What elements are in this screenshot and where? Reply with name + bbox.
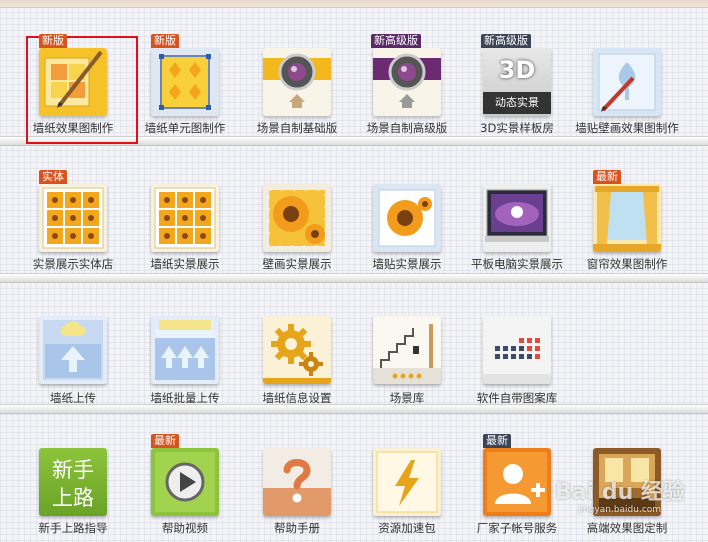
- pattern-library-icon[interactable]: [483, 316, 551, 384]
- beginner-text-bottom: 上路: [52, 486, 94, 510]
- app-label: 实景展示实体店: [32, 257, 114, 271]
- app-label: 墙纸信息设置: [262, 391, 332, 405]
- app-wallpaper-unit[interactable]: 新版 墙纸单元图制作: [127, 32, 243, 142]
- wallpaper-display-icon[interactable]: [151, 184, 219, 252]
- beginner-guide-icon[interactable]: 新手 上路: [39, 448, 107, 516]
- app-mural-display[interactable]: 壁画实景展示: [239, 168, 355, 278]
- app-label: 墙贴壁画效果图制作: [575, 121, 679, 135]
- app-wallpaper-display[interactable]: 墙纸实景展示: [127, 168, 243, 278]
- app-sticker-display[interactable]: 墙贴实景展示: [349, 168, 465, 278]
- app-resource-pack[interactable]: 资源加速包: [349, 432, 465, 542]
- curtain-icon[interactable]: [593, 184, 661, 252]
- mural-display-icon[interactable]: [263, 184, 331, 252]
- scene-library-icon[interactable]: [373, 316, 441, 384]
- store-badge: 实体: [39, 170, 67, 184]
- wall-sticker-effect-icon[interactable]: [593, 48, 661, 116]
- settings-gear-icon[interactable]: [263, 316, 331, 384]
- latest-badge: 最新: [483, 434, 511, 448]
- app-label: 高端效果图定制: [586, 521, 668, 535]
- app-store-display[interactable]: 实体 实景展示实体店: [15, 168, 131, 278]
- app-beginner-guide[interactable]: 新手 上路 新手上路指导: [15, 432, 131, 542]
- app-help-video[interactable]: 最新 帮助视频: [127, 432, 243, 542]
- question-manual-icon[interactable]: [263, 448, 331, 516]
- app-wall-sticker-effect[interactable]: 墙贴壁画效果图制作: [569, 32, 685, 142]
- new-badge: 新版: [151, 34, 179, 48]
- app-label: 软件自带图案库: [476, 391, 558, 405]
- app-curtain[interactable]: 最新 窗帘效果图制作: [569, 168, 685, 278]
- wallpaper-unit-icon[interactable]: [151, 48, 219, 116]
- app-label: 场景库: [389, 391, 425, 405]
- app-3d-room[interactable]: 新高级版 3D 动态实景 3D实景样板房: [459, 32, 575, 142]
- 3d-room-icon[interactable]: 3D 动态实景: [483, 48, 551, 116]
- 3d-text: 3D: [498, 56, 536, 84]
- top-strip: [0, 0, 708, 8]
- app-batch-upload[interactable]: 墙纸批量上传: [127, 302, 243, 412]
- app-label: 平板电脑实景展示: [471, 257, 563, 271]
- app-camera-basic[interactable]: 场景自制基础版: [239, 32, 355, 142]
- app-label: 墙纸上传: [50, 391, 96, 405]
- app-label: 窗帘效果图制作: [586, 257, 668, 271]
- baidu-watermark: Bai du 经验: [555, 480, 685, 505]
- app-wallpaper-effect[interactable]: 新版 墙纸效果图制作: [15, 32, 131, 142]
- store-display-icon[interactable]: [39, 184, 107, 252]
- camera-basic-icon[interactable]: [263, 48, 331, 116]
- add-user-icon[interactable]: [483, 448, 551, 516]
- app-label: 壁画实景展示: [262, 257, 332, 271]
- app-label: 场景自制基础版: [256, 121, 338, 135]
- advanced-badge: 新高级版: [481, 34, 531, 48]
- camera-advanced-icon[interactable]: [373, 48, 441, 116]
- app-label: 墙纸单元图制作: [144, 121, 226, 135]
- upload-icon[interactable]: [39, 316, 107, 384]
- lightning-icon[interactable]: [373, 448, 441, 516]
- batch-upload-icon[interactable]: [151, 316, 219, 384]
- latest-badge: 最新: [593, 170, 621, 184]
- app-label: 资源加速包: [378, 521, 436, 535]
- app-label: 3D实景样板房: [480, 121, 554, 135]
- app-label: 墙纸效果图制作: [32, 121, 114, 135]
- app-label: 新手上路指导: [38, 521, 108, 535]
- app-label: 场景自制高级版: [366, 121, 448, 135]
- app-label: 墙纸实景展示: [150, 257, 220, 271]
- app-label: 帮助视频: [162, 521, 208, 535]
- advanced-badge: 新高级版: [371, 34, 421, 48]
- baidu-watermark-url: jingyan.baidu.com: [578, 505, 662, 515]
- app-pattern-library[interactable]: 软件自带图案库: [459, 302, 575, 412]
- app-info-settings[interactable]: 墙纸信息设置: [239, 302, 355, 412]
- new-badge: 新版: [39, 34, 67, 48]
- 3d-subtext: 动态实景: [483, 92, 551, 114]
- app-tablet-display[interactable]: 平板电脑实景展示: [459, 168, 575, 278]
- app-label: 墙贴实景展示: [372, 257, 442, 271]
- wallpaper-effect-icon[interactable]: [39, 48, 107, 116]
- app-camera-advanced[interactable]: 新高级版 场景自制高级版: [349, 32, 465, 142]
- beginner-text-top: 新手: [52, 458, 94, 482]
- play-video-icon[interactable]: [151, 448, 219, 516]
- app-label: 帮助手册: [274, 521, 320, 535]
- latest-badge: 最新: [151, 434, 179, 448]
- tablet-display-icon[interactable]: [483, 184, 551, 252]
- app-label: 厂家子帐号服务: [476, 521, 558, 535]
- app-help-manual[interactable]: 帮助手册: [239, 432, 355, 542]
- app-scene-library[interactable]: 场景库: [349, 302, 465, 412]
- app-label: 墙纸批量上传: [150, 391, 220, 405]
- sticker-display-icon[interactable]: [373, 184, 441, 252]
- app-upload[interactable]: 墙纸上传: [15, 302, 131, 412]
